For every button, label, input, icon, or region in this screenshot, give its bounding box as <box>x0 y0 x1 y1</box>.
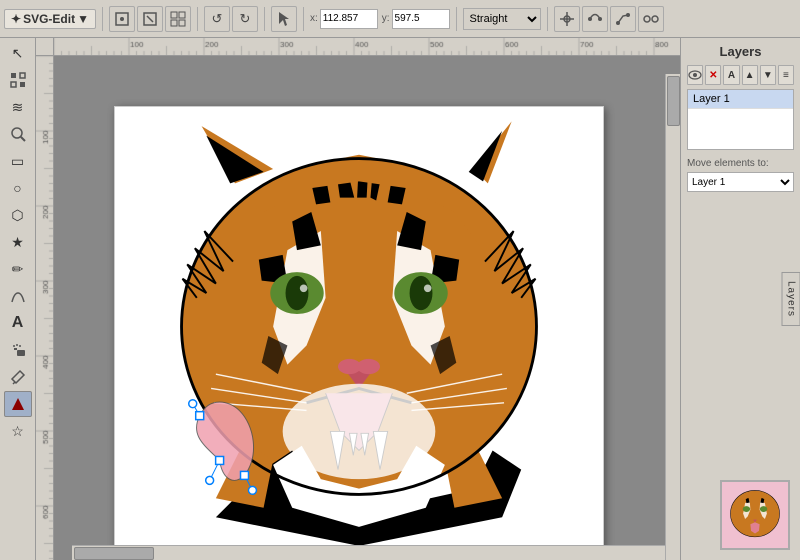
node-select-btn[interactable] <box>271 6 297 32</box>
layers-tab-label: Layers <box>785 281 796 317</box>
logo-icon: ✦ <box>11 12 21 26</box>
node-tool-btn[interactable] <box>4 67 32 93</box>
layer-empty-space <box>688 109 793 149</box>
snap-tools-group <box>554 6 664 32</box>
sep-2 <box>197 7 198 31</box>
main-content: ↖ ≋ ▭ ○ ⬡ ★ ✏ A ☆ <box>0 38 800 560</box>
dropper-tool-btn[interactable] <box>4 364 32 390</box>
ruler-vertical <box>36 56 54 560</box>
line-type-select[interactable]: Straight Curve Symmetric <box>463 8 541 30</box>
history-group: ↺ ↻ <box>204 6 258 32</box>
snap-node-btn[interactable] <box>554 6 580 32</box>
thumbnail-area <box>720 480 790 550</box>
smooth-node-btn[interactable] <box>582 6 608 32</box>
x-label: x: <box>310 13 318 24</box>
pencil-tool-btn[interactable]: ✏ <box>4 256 32 282</box>
app-logo[interactable]: ✦ SVG-Edit ▼ <box>4 9 96 29</box>
app-title: SVG-Edit <box>23 12 75 26</box>
text-tool-btn[interactable]: A <box>4 310 32 336</box>
horizontal-scrollbar[interactable] <box>72 545 665 560</box>
zoom-tool-btn[interactable] <box>4 121 32 147</box>
rect-tool-btn[interactable]: ▭ <box>4 148 32 174</box>
sep-1 <box>102 7 103 31</box>
star-tool-btn[interactable]: ★ <box>4 229 32 255</box>
sep-4 <box>303 7 304 31</box>
x-coord-field: x: <box>310 9 378 29</box>
spray-tool-btn[interactable] <box>4 337 32 363</box>
vertical-scrollbar[interactable] <box>665 74 680 560</box>
ellipse-tool-btn[interactable]: ○ <box>4 175 32 201</box>
x-input[interactable] <box>320 9 378 29</box>
select-tool-btn[interactable]: ↖ <box>4 40 32 66</box>
layer-visibility-btn[interactable] <box>687 65 703 85</box>
layers-toolbar: ✕ A ▲ ▼ ≡ <box>687 65 794 85</box>
cusp-node-btn[interactable] <box>610 6 636 32</box>
add-node-btn[interactable] <box>109 6 135 32</box>
layers-panel-title: Layers <box>687 44 794 59</box>
ruler-corner <box>36 38 54 56</box>
move-to-layer-select[interactable]: Layer 1 <box>687 172 794 192</box>
drawing-canvas[interactable] <box>114 106 604 560</box>
ruler-horizontal <box>54 38 680 56</box>
y-coord-field: y: <box>382 9 450 29</box>
move-elements-label: Move elements to: <box>687 158 794 169</box>
redo-btn[interactable]: ↻ <box>232 6 258 32</box>
bezier-tool-btn[interactable] <box>4 283 32 309</box>
ink-tool-btn[interactable] <box>4 391 32 417</box>
layer-down-btn[interactable]: ▼ <box>760 65 776 85</box>
y-input[interactable] <box>392 9 450 29</box>
canvas-background <box>54 56 680 560</box>
layer-menu-btn[interactable]: ≡ <box>778 65 794 85</box>
polygon-tool-btn[interactable]: ⬡ <box>4 202 32 228</box>
canvas-area[interactable] <box>36 38 680 560</box>
left-toolbar: ↖ ≋ ▭ ○ ⬡ ★ ✏ A ☆ <box>0 38 36 560</box>
node-tools-group <box>109 6 191 32</box>
tweak-tool-btn[interactable]: ≋ <box>4 94 32 120</box>
main-toolbar: ✦ SVG-Edit ▼ ↺ ↻ x: <box>0 0 800 38</box>
sep-6 <box>547 7 548 31</box>
layer-up-btn[interactable]: ▲ <box>742 65 758 85</box>
layer-item[interactable]: Layer 1 <box>688 90 793 109</box>
y-label: y: <box>382 13 390 24</box>
layers-side-tab[interactable]: Layers <box>781 272 800 326</box>
right-panel: Layers ✕ A ▲ ▼ ≡ Layer 1 Move elements t… <box>680 38 800 560</box>
sep-5 <box>456 7 457 31</box>
undo-btn[interactable]: ↺ <box>204 6 230 32</box>
layer-delete-btn[interactable]: ✕ <box>705 65 721 85</box>
break-node-btn[interactable] <box>638 6 664 32</box>
sep-3 <box>264 7 265 31</box>
layer-rename-btn[interactable]: A <box>723 65 739 85</box>
grid-btn[interactable] <box>165 6 191 32</box>
dropdown-arrow: ▼ <box>77 12 89 26</box>
star2-tool-btn[interactable]: ☆ <box>4 418 32 444</box>
delete-node-btn[interactable] <box>137 6 163 32</box>
layer-list: Layer 1 <box>687 89 794 150</box>
thumbnail-image <box>722 482 788 548</box>
layers-panel: Layers ✕ A ▲ ▼ ≡ Layer 1 Move elements t… <box>681 38 800 198</box>
